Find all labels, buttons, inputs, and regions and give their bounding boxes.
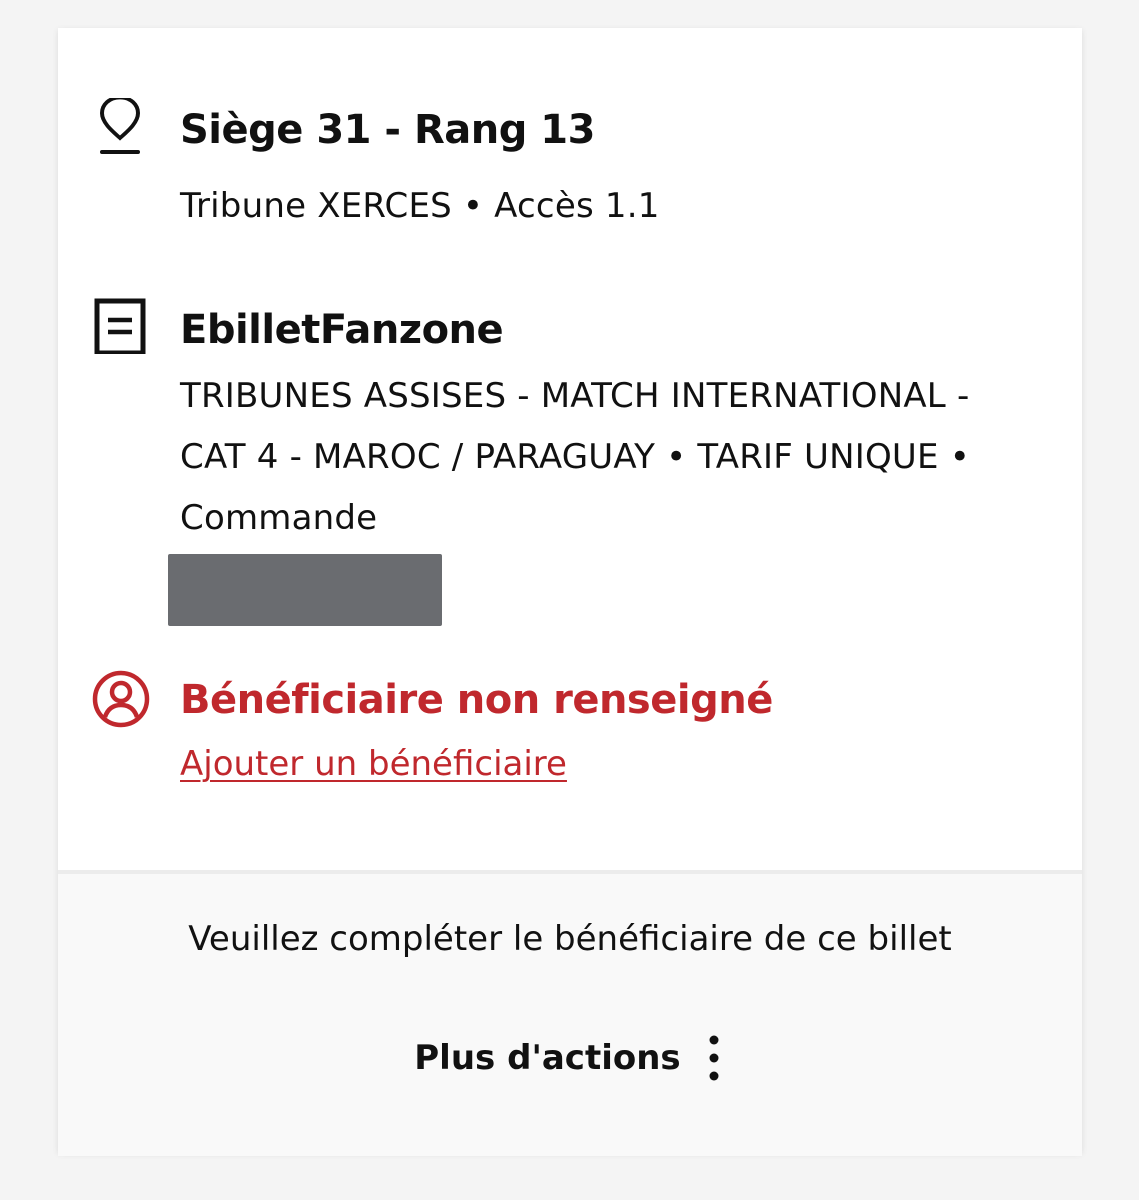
add-beneficiary-link[interactable]: Ajouter un bénéficiaire xyxy=(180,740,567,788)
beneficiary-title: Bénéficiaire non renseigné xyxy=(180,677,773,723)
product-description: TRIBUNES ASSISES - MATCH INTERNATIONAL -… xyxy=(180,376,970,538)
card-footer: Veuillez compléter le bénéficiaire de ce… xyxy=(58,870,1082,1156)
seat-title: Siège 31 - Rang 13 xyxy=(180,107,595,153)
more-actions-button[interactable]: Plus d'actions xyxy=(58,1030,1082,1086)
more-vertical-icon xyxy=(709,1035,719,1081)
map-pin-icon xyxy=(99,98,141,154)
more-actions-label: Plus d'actions xyxy=(414,1038,681,1078)
beneficiary-notice: Veuillez compléter le bénéficiaire de ce… xyxy=(188,919,952,959)
seat-subtitle: Tribune XERCES • Accès 1.1 xyxy=(180,186,660,226)
user-circle-icon xyxy=(92,670,150,728)
ticket-card: Siège 31 - Rang 13 Tribune XERCES • Accè… xyxy=(58,28,1082,1156)
document-icon xyxy=(94,298,146,354)
redacted-order-number xyxy=(168,554,442,626)
product-title: EbilletFanzone xyxy=(180,307,504,353)
